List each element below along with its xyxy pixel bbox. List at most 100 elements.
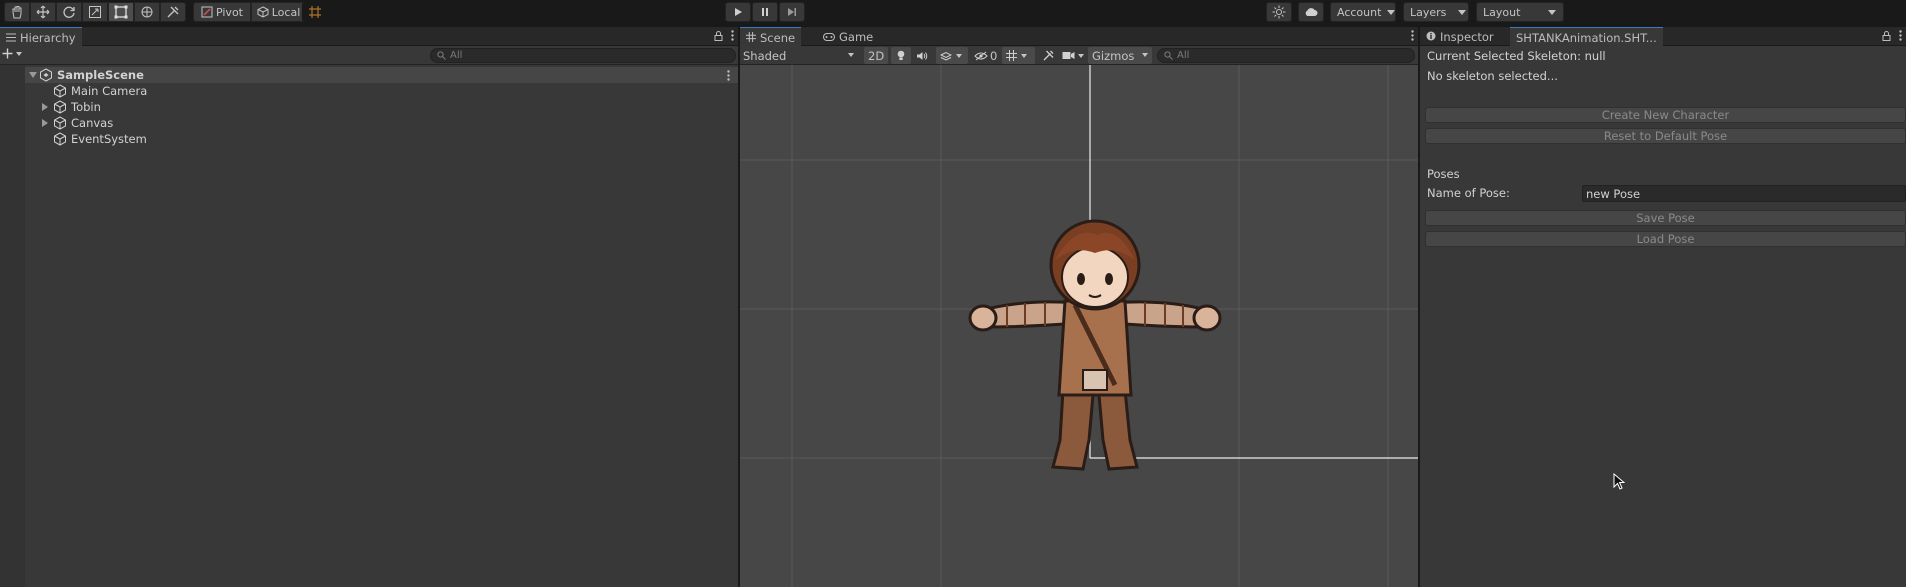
tab-inspector[interactable]: Inspector [1420,27,1500,46]
skeleton-status: Current Selected Skeleton: null [1427,49,1606,63]
expand-arrow-icon[interactable] [29,72,37,78]
scale-tool-button[interactable] [82,2,108,22]
shading-mode-dropdown[interactable]: Shaded [743,47,858,64]
toggle-2d-button[interactable]: 2D [864,47,889,64]
account-dropdown[interactable]: Account [1330,2,1396,22]
kebab-menu-icon[interactable] [1411,30,1414,41]
chevron-down-icon [956,53,962,58]
load-pose-button[interactable]: Load Pose [1425,231,1906,247]
local-toggle[interactable]: Local [251,2,306,22]
poses-header: Poses [1427,167,1460,181]
layers-dropdown[interactable]: Layers [1403,2,1469,22]
tools-icon [167,6,179,18]
reset-default-pose-label: Reset to Default Pose [1603,129,1728,143]
save-pose-button[interactable]: Save Pose [1425,210,1906,226]
lock-icon[interactable] [714,30,723,41]
cloud-button[interactable] [1298,2,1324,22]
scene-search-input[interactable]: All [1157,48,1415,63]
camera-dropdown[interactable] [1062,47,1084,64]
pose-name-field[interactable]: new Pose [1582,185,1906,202]
hierarchy-search-input[interactable]: All [430,48,736,63]
rotate-tool-button[interactable] [56,2,82,22]
scene-visibility-toggle[interactable]: 0 [974,47,997,64]
tab-scene-label: Scene [760,30,796,45]
tab-shtank-animation[interactable]: SHTANKAnimation.SHT... [1510,27,1663,47]
hierarchy-search-placeholder: All [450,50,463,61]
mouse-cursor-icon [1613,473,1625,490]
scene-viewport[interactable] [740,65,1418,587]
gameobject-cube-icon [54,132,66,146]
grid-dropdown[interactable] [1002,47,1035,64]
services-button[interactable] [1266,2,1292,22]
load-pose-label: Load Pose [1636,232,1695,246]
create-new-character-button[interactable]: Create New Character [1425,107,1906,123]
custom-tool-button[interactable] [160,2,186,22]
list-item[interactable]: Main Camera [25,83,738,99]
scene-name: SampleScene [57,68,144,82]
kebab-menu-icon[interactable] [727,70,730,81]
lighting-toggle[interactable] [891,47,911,64]
grid-snap-button[interactable] [302,2,328,22]
tools-icon [1043,50,1054,61]
item-label: EventSystem [71,132,147,146]
pose-name-label: Name of Pose: [1427,186,1510,200]
pivot-label: Pivot [215,5,243,19]
scale-icon [89,6,101,18]
character-sprite[interactable] [965,205,1225,475]
create-dropdown[interactable] [2,48,22,59]
tab-game-label: Game [839,29,874,44]
tab-inspector-label: Inspector [1440,29,1494,44]
step-icon [788,8,796,16]
create-new-character-label: Create New Character [1601,108,1730,122]
save-pose-label: Save Pose [1636,211,1695,225]
hierarchy-panel: Hierarchy All SampleScene Main Camera To… [0,27,738,587]
tab-scene[interactable]: Scene [740,27,802,47]
hierarchy-corner [714,30,734,41]
list-item[interactable]: Canvas [25,115,738,131]
services-icon [1272,5,1286,19]
list-item[interactable]: Tobin [25,99,738,115]
play-button[interactable] [725,2,751,22]
expand-arrow-icon[interactable] [42,103,48,111]
audio-toggle[interactable] [916,47,928,64]
kebab-menu-icon[interactable] [1899,30,1902,41]
hand-tool-button[interactable] [4,2,30,22]
tab-hierarchy[interactable]: Hierarchy [0,27,82,47]
rect-transform-icon [114,5,128,19]
gameobject-cube-icon [54,116,66,130]
scene-search-placeholder: All [1177,50,1190,61]
gizmos-dropdown[interactable]: Gizmos [1088,47,1152,64]
tab-game[interactable]: Game [817,27,879,46]
reset-default-pose-button[interactable]: Reset to Default Pose [1425,128,1906,144]
hierarchy-tabbar: Hierarchy [0,27,738,47]
scene-corner [1411,30,1414,41]
layout-dropdown[interactable]: Layout [1476,2,1564,22]
speaker-icon [917,51,928,60]
list-icon [6,31,16,45]
scene-tools-toggle[interactable] [1042,47,1055,64]
layout-label: Layout [1483,5,1521,19]
toggle-2d-label: 2D [868,48,885,63]
local-cube-icon [257,6,269,18]
scene-row[interactable]: SampleScene [25,67,738,83]
step-button[interactable] [779,2,805,22]
effects-dropdown[interactable] [936,47,968,64]
move-tool-button[interactable] [30,2,56,22]
rect-tool-button[interactable] [108,2,134,22]
list-item[interactable]: EventSystem [25,131,738,147]
gamepad-icon [823,30,835,44]
plus-icon [2,48,13,59]
move-icon [36,5,50,19]
pause-button[interactable] [752,2,778,22]
pivot-toggle[interactable]: Pivot [193,2,251,22]
lock-icon[interactable] [1882,30,1891,41]
layers-label: Layers [1410,5,1447,19]
expand-arrow-icon[interactable] [42,119,48,127]
search-icon [437,51,446,60]
transform-tool-button[interactable] [134,2,160,22]
hidden-eye-icon [974,51,988,60]
account-label: Account [1337,5,1382,19]
hidden-count: 0 [990,48,998,63]
kebab-menu-icon[interactable] [731,30,734,41]
chevron-down-icon [1548,9,1557,15]
